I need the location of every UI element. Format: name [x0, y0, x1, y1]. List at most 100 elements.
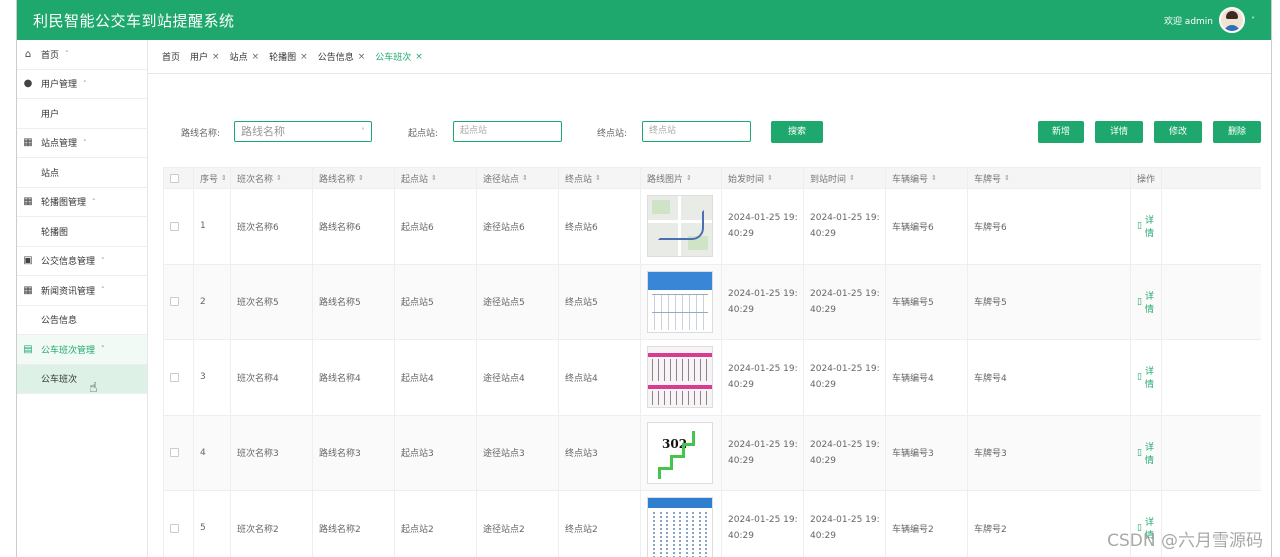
- close-icon[interactable]: ×: [358, 52, 366, 62]
- sort-icon[interactable]: ⇕: [595, 174, 601, 182]
- sort-icon[interactable]: ⇕: [849, 174, 855, 182]
- sort-icon[interactable]: ⇕: [221, 174, 227, 182]
- delete-button[interactable]: 删除: [1213, 121, 1261, 143]
- sidebar-subitem[interactable]: 公车班次: [17, 364, 147, 394]
- column-header[interactable]: 车辆编号 ⇕: [886, 168, 968, 188]
- sidebar-subitem[interactable]: 轮播图: [17, 217, 147, 247]
- column-header[interactable]: 途径站点 ⇕: [477, 168, 559, 188]
- sort-icon[interactable]: ⇕: [431, 174, 437, 182]
- table-row[interactable]: 1 班次名称6 路线名称6 起点站6 途径站点6 终点站6 2024-01-25 19:40…: [164, 189, 1261, 265]
- sidebar-item[interactable]: ▦ 站点管理 ˄: [17, 129, 147, 158]
- table-row[interactable]: 4 班次名称3 路线名称3 起点站3 途径站点3 终点站3 302 2024-01-25 19…: [164, 415, 1261, 491]
- sidebar-item[interactable]: ▦ 新闻资讯管理 ˄: [17, 276, 147, 306]
- sidebar-item-label: 公车班次管理: [41, 345, 96, 356]
- column-header[interactable]: 到站时间 ⇕: [804, 168, 886, 188]
- close-icon[interactable]: ×: [252, 52, 260, 62]
- sort-icon[interactable]: ⇕: [686, 174, 692, 182]
- row-checkbox[interactable]: [170, 372, 179, 382]
- close-icon[interactable]: ×: [300, 52, 308, 62]
- route-image[interactable]: [647, 195, 713, 258]
- row-checkbox[interactable]: [170, 297, 179, 307]
- sort-icon[interactable]: ⇕: [276, 174, 282, 182]
- column-header[interactable]: 终点站 ⇕: [559, 168, 641, 188]
- column-header-label: 车牌号: [974, 174, 1002, 185]
- column-header[interactable]: 车牌号 ⇕: [968, 168, 1131, 188]
- tab-item[interactable]: 用户 ×: [190, 50, 220, 64]
- row-detail-link[interactable]: ▯ 详情: [1137, 289, 1154, 315]
- route-name-select[interactable]: 路线名称 ˅: [234, 121, 372, 142]
- sidebar-subitem[interactable]: 公告信息: [17, 306, 147, 335]
- route-image[interactable]: 302: [647, 421, 713, 484]
- cell-actions: ▯详情◫查看评论: [1131, 415, 1162, 490]
- column-header[interactable]: 操作: [1131, 168, 1162, 188]
- sidebar-item[interactable]: ▦ 轮播图管理 ˄: [17, 188, 147, 217]
- table-row[interactable]: 3 班次名称4 路线名称4 起点站4 途径站点4 终点站4 2024-01-25 19:40…: [164, 340, 1261, 416]
- row-detail-label: 详情: [1144, 216, 1154, 240]
- close-icon[interactable]: ×: [415, 52, 423, 62]
- cell-via: 途径站点2: [477, 491, 559, 557]
- edit-button[interactable]: 修改: [1154, 121, 1202, 143]
- row-detail-link[interactable]: ▯ 详情: [1137, 364, 1154, 390]
- column-header-label: 始发时间: [728, 174, 765, 185]
- cell-vehicle: 车辆编号6: [886, 189, 968, 264]
- document-icon: ▯: [1137, 372, 1142, 383]
- route-image[interactable]: [647, 346, 713, 409]
- cell-text: 途径站点5: [483, 298, 525, 309]
- cell-start: 起点站6: [395, 189, 477, 264]
- cell-vehicle: 车辆编号5: [886, 264, 968, 339]
- cell-end: 终点站3: [559, 415, 641, 490]
- tab-item[interactable]: 站点 ×: [230, 50, 260, 64]
- search-button[interactable]: 搜索: [771, 121, 823, 143]
- add-button[interactable]: 新增: [1038, 121, 1084, 143]
- cell-via: 途径站点3: [477, 415, 559, 490]
- sidebar-item[interactable]: ▤ 公车班次管理 ˄: [17, 335, 147, 365]
- column-header[interactable]: 路线图片 ⇕: [641, 168, 722, 188]
- sidebar-subitem[interactable]: 站点: [17, 158, 147, 188]
- cell-text: 途径站点3: [483, 449, 525, 460]
- column-header[interactable]: 班次名称 ⇕: [231, 168, 313, 188]
- chevron-icon: ˅: [65, 50, 69, 59]
- end-station-input[interactable]: 终点站: [642, 121, 751, 142]
- column-header[interactable]: 始发时间 ⇕: [722, 168, 804, 188]
- sidebar-subitem[interactable]: 用户: [17, 99, 147, 129]
- row-detail-link[interactable]: ▯ 详情: [1137, 440, 1154, 466]
- close-icon[interactable]: ×: [212, 52, 220, 62]
- table-row[interactable]: 5 班次名称2 路线名称2 起点站2 途径站点2 终点站2 2024-01-25 19:40…: [164, 491, 1261, 557]
- row-checkbox[interactable]: [170, 523, 179, 533]
- detail-button[interactable]: 详情: [1095, 121, 1143, 143]
- sort-icon[interactable]: ⇕: [522, 174, 528, 182]
- sort-icon[interactable]: ⇕: [767, 174, 773, 182]
- row-checkbox[interactable]: [170, 448, 179, 458]
- route-image[interactable]: [647, 497, 713, 557]
- sidebar-item[interactable]: ⌂ 首页 ˅: [17, 40, 147, 70]
- cell-idx: 5: [194, 491, 231, 557]
- route-image[interactable]: [647, 270, 713, 333]
- cell-text: 2024-01-25 19:40:29: [810, 515, 880, 542]
- column-header-label: 路线名称: [319, 174, 356, 185]
- chevron-icon: ˄: [83, 138, 87, 147]
- cell-arrive: 2024-01-25 19:40:29: [804, 340, 886, 415]
- sort-icon[interactable]: ⇕: [931, 174, 937, 182]
- user-menu[interactable]: 欢迎 admin ˅: [1164, 7, 1255, 33]
- column-header[interactable]: 序号 ⇕: [194, 168, 231, 188]
- tab-item[interactable]: 公告信息 ×: [318, 50, 366, 64]
- select-all-checkbox[interactable]: [170, 173, 179, 183]
- table-row[interactable]: 2 班次名称5 路线名称5 起点站5 途径站点5 终点站5 2024-01-25 19:40…: [164, 264, 1261, 340]
- document-icon: ▯: [1137, 221, 1142, 232]
- sidebar-item[interactable]: ▣ 公交信息管理 ˅: [17, 247, 147, 276]
- row-checkbox[interactable]: [170, 221, 179, 231]
- sidebar-item[interactable]: ● 用户管理 ˄: [17, 70, 147, 99]
- chevron-icon: ˄: [83, 79, 87, 88]
- tab-item[interactable]: 公车班次 ×: [375, 50, 423, 64]
- avatar[interactable]: [1219, 7, 1245, 33]
- chevron-down-icon[interactable]: ˅: [1251, 16, 1255, 25]
- tab-item[interactable]: 首页: [162, 50, 180, 63]
- start-station-input[interactable]: 起点站: [453, 121, 562, 142]
- sort-icon[interactable]: ⇕: [1004, 174, 1010, 182]
- row-detail-link[interactable]: ▯ 详情: [1137, 213, 1154, 239]
- tab-item[interactable]: 轮播图 ×: [269, 50, 308, 64]
- column-header[interactable]: 路线名称 ⇕: [313, 168, 395, 188]
- sort-icon[interactable]: ⇕: [358, 174, 364, 182]
- cell-end: 终点站2: [559, 491, 641, 557]
- column-header[interactable]: 起点站 ⇕: [395, 168, 477, 188]
